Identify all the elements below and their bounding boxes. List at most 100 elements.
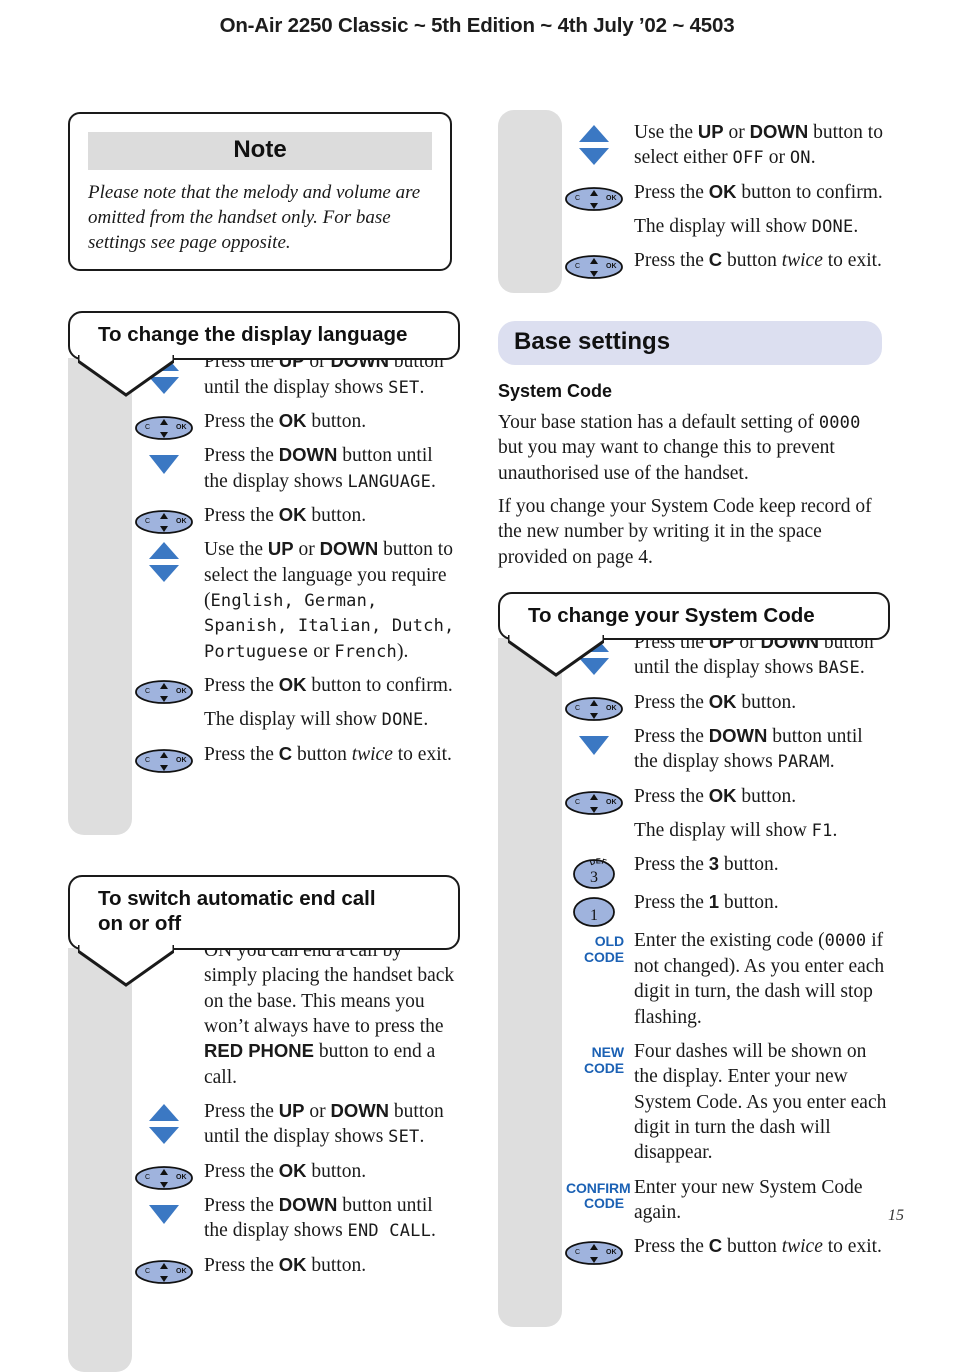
ok-keypad-icon[interactable]: C OK [564, 184, 624, 214]
step-icon-cell [562, 724, 626, 756]
procedure-step: C OK Press the OK button. [132, 409, 460, 443]
step-text: Press the OK button to confirm. [204, 674, 453, 697]
step-icon-cell [562, 214, 626, 218]
step-icon-cell [132, 443, 196, 475]
steps-syscode: Press the UP or DOWN button until the di… [562, 592, 890, 1269]
svg-text:C: C [145, 1268, 150, 1275]
step-icon-cell: 1 [562, 890, 626, 928]
down-arrow-icon[interactable] [147, 1203, 181, 1225]
procedure-step: C OK Press the OK button. [132, 1159, 460, 1193]
code-stage-label: OLD CODE [583, 933, 624, 966]
bubble-tail-icon [508, 635, 604, 678]
step-icon-cell: C OK [132, 673, 196, 707]
ok-keypad-icon[interactable]: C OK [134, 677, 194, 707]
icon-rail-endcall-continued [498, 110, 562, 293]
procedure-step: Use the UP or DOWN button to select the … [132, 537, 460, 673]
step-icon-cell [132, 707, 196, 711]
note-title: Note [88, 132, 432, 170]
ok-keypad-icon[interactable]: C OK [564, 788, 624, 818]
step-text: Press the OK button. [204, 1253, 367, 1276]
svg-text:OK: OK [176, 518, 187, 525]
step-text: Press the DOWN button until the display … [204, 1194, 436, 1242]
svg-text:C: C [575, 1249, 580, 1256]
svg-text:OK: OK [606, 705, 617, 712]
procedure-step: C OK Press the C button twice to exit. [562, 248, 890, 282]
ok-keypad-icon[interactable]: C OK [134, 1257, 194, 1287]
procedure-step: C OK Press the OK button. [562, 784, 890, 818]
step-text: The display will show F1. [634, 820, 838, 842]
ok-keypad-icon[interactable]: C OK [564, 252, 624, 282]
step-icon-cell: CONFIRM CODE [562, 1175, 631, 1212]
step-text: Press the C button twice to exit. [634, 1235, 882, 1258]
ok-keypad-icon[interactable]: C OK [134, 507, 194, 537]
step-text: Enter your new System Code again. [634, 1176, 863, 1223]
step-icon-cell: C OK [132, 742, 196, 776]
base-settings-banner: Base settings [498, 321, 882, 365]
down-arrow-icon[interactable] [577, 734, 611, 756]
svg-text:OK: OK [606, 195, 617, 202]
step-text: Press the C button twice to exit. [204, 742, 452, 765]
note-body: Please note that the melody and volume a… [88, 182, 421, 254]
procedure-step: The display will show DONE. [132, 707, 460, 741]
left-column: Note Please note that the melody and vol… [68, 112, 460, 1372]
step-text: Press the DOWN button until the display … [204, 444, 436, 492]
code-stage-label: NEW CODE [583, 1043, 624, 1076]
up-down-arrows-icon[interactable] [577, 124, 611, 166]
step-icon-cell: C OK [132, 1159, 196, 1193]
up-down-arrows-icon[interactable] [147, 1103, 181, 1145]
svg-text:C: C [575, 705, 580, 712]
step-icon-cell [132, 1193, 196, 1225]
ok-keypad-icon[interactable]: C OK [134, 413, 194, 443]
step-text: Press the C button twice to exit. [634, 249, 882, 272]
step-icon-cell [132, 1099, 196, 1145]
steps-endcall-continued: Use the UP or DOWN button to select eith… [562, 112, 890, 283]
step-icon-cell [562, 818, 626, 822]
step-icon-cell: C OK [562, 690, 626, 724]
key-1-icon[interactable]: 1 [572, 894, 616, 928]
step-text: Press the OK button. [634, 784, 797, 807]
step-icon-cell: OLD CODE [562, 928, 626, 965]
svg-text:OK: OK [176, 424, 187, 431]
procedure-step: Press the DOWN button until the display … [132, 1193, 460, 1253]
svg-text:C: C [575, 799, 580, 806]
bubble-tail-icon [78, 945, 174, 988]
note-box: Note Please note that the melody and vol… [68, 112, 452, 272]
svg-text:OK: OK [606, 263, 617, 270]
svg-text:OK: OK [176, 688, 187, 695]
step-icon-cell: C OK [562, 180, 626, 214]
procedure-step: NEW CODE Four dashes will be shown on the … [562, 1039, 890, 1175]
step-text: The display will show DONE. [634, 216, 859, 238]
step-icon-cell: DEF 3 [562, 852, 626, 890]
procedure-step: Use the UP or DOWN button to select eith… [562, 120, 890, 180]
procedure-step: C OK Press the OK button. [562, 690, 890, 724]
ok-keypad-icon[interactable]: C OK [564, 694, 624, 724]
svg-text:C: C [145, 424, 150, 431]
step-icon-cell: C OK [562, 248, 626, 282]
step-icon-cell [132, 537, 196, 583]
procedure-step: C OK Press the OK button to confirm. [562, 180, 890, 214]
page-header-title: On-Air 2250 Classic ~ 5th Edition ~ 4th … [219, 14, 735, 37]
svg-text:C: C [145, 757, 150, 764]
step-icon-cell: C OK [132, 503, 196, 537]
key-3-icon[interactable]: DEF3 [572, 856, 616, 890]
down-arrow-icon[interactable] [147, 453, 181, 475]
step-icon-cell: C OK [132, 409, 196, 443]
procedure-step: C OK Press the C button twice to exit. [562, 1234, 890, 1268]
section-heading-bubble-syscode: To change your System Code [498, 592, 890, 678]
procedure-step: OLD CODE Enter the existing code (0000 if … [562, 928, 890, 1038]
procedure-step: Press the UP or DOWN button until the di… [132, 1099, 460, 1159]
procedure-step: 1 Press the 1 button. [562, 890, 890, 928]
section-heading-label: To change the display language [98, 323, 408, 347]
step-text: Press the OK button. [204, 409, 367, 432]
ok-keypad-icon[interactable]: C OK [134, 1163, 194, 1193]
icon-rail-language [68, 357, 132, 835]
svg-text:OK: OK [176, 1268, 187, 1275]
procedure-endcall-continued: Use the UP or DOWN button to select eith… [498, 110, 890, 293]
procedure-change-system-code: To change your System Code Press the UP … [498, 592, 890, 1328]
ok-keypad-icon[interactable]: C OK [134, 746, 194, 776]
up-down-arrows-icon[interactable] [147, 541, 181, 583]
svg-text:3: 3 [590, 869, 598, 886]
right-column: Use the UP or DOWN button to select eith… [498, 110, 890, 1328]
ok-keypad-icon[interactable]: C OK [564, 1238, 624, 1268]
step-icon-cell: C OK [562, 1234, 626, 1268]
